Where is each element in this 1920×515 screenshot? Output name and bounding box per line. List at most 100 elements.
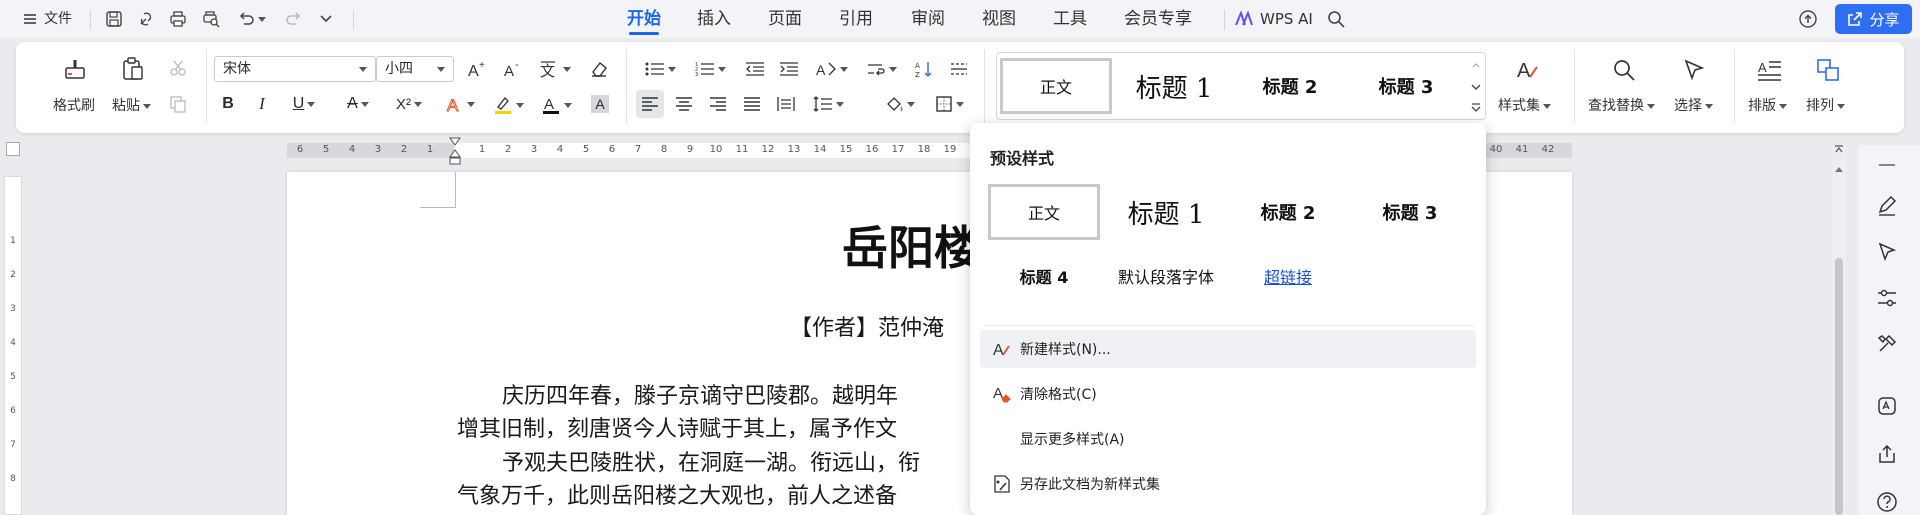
- cloud-link-icon[interactable]: [136, 9, 156, 29]
- preset-style-default-font[interactable]: 默认段落字体: [1110, 256, 1222, 296]
- wps-ai-button[interactable]: WPS AI: [1260, 0, 1313, 38]
- save-icon[interactable]: [104, 9, 124, 29]
- align-right-icon[interactable]: [706, 92, 730, 116]
- show-marks-icon[interactable]: [946, 56, 972, 82]
- decrease-indent-icon[interactable]: [742, 56, 768, 82]
- undo-dropdown-icon[interactable]: [254, 9, 266, 29]
- gallery-style-heading3[interactable]: 标题 3: [1350, 58, 1462, 114]
- undo-icon[interactable]: [236, 9, 256, 29]
- select-cursor-icon[interactable]: [1678, 54, 1710, 86]
- gallery-style-heading1[interactable]: 标题 1: [1118, 58, 1230, 114]
- gallery-style-heading2[interactable]: 标题 2: [1232, 58, 1348, 114]
- find-replace-icon[interactable]: [1608, 54, 1640, 86]
- share-button[interactable]: 分享: [1835, 4, 1912, 34]
- preset-style-hyperlink[interactable]: 超链接: [1232, 256, 1344, 296]
- gallery-style-normal[interactable]: 正文: [1000, 58, 1112, 114]
- scroll-top-icon[interactable]: [1832, 141, 1846, 157]
- document-title[interactable]: 岳阳楼: [842, 212, 980, 278]
- gallery-scroll-down-icon[interactable]: [1468, 80, 1484, 94]
- ai-writing-icon[interactable]: [1872, 391, 1902, 421]
- layout-icon[interactable]: A: [1754, 54, 1786, 86]
- italic-icon[interactable]: I: [250, 92, 274, 116]
- text-direction-icon[interactable]: A: [812, 56, 850, 82]
- grow-font-icon[interactable]: A +: [464, 56, 490, 82]
- tab-page[interactable]: 页面: [768, 0, 802, 38]
- underline-icon[interactable]: U: [286, 92, 322, 116]
- strikethrough-icon[interactable]: A: [340, 92, 376, 116]
- superscript-icon[interactable]: X²: [390, 92, 428, 116]
- shrink-font-icon[interactable]: A-: [500, 56, 526, 82]
- wrap-icon[interactable]: [862, 56, 900, 82]
- font-color-icon[interactable]: A: [538, 92, 574, 118]
- format-painter-icon[interactable]: [60, 54, 90, 84]
- document-author[interactable]: 【作者】范仲淹: [790, 310, 944, 342]
- style-set-icon[interactable]: A: [1512, 54, 1544, 86]
- bullet-list-icon[interactable]: [642, 56, 678, 82]
- numbered-list-icon[interactable]: 123: [692, 56, 728, 82]
- increase-indent-icon[interactable]: [776, 56, 802, 82]
- justify-icon[interactable]: [740, 92, 764, 116]
- clear-format-menu-item[interactable]: A 清除格式(C): [980, 375, 1476, 413]
- document-paragraph-line[interactable]: 庆历四年春，滕子京谪守巴陵郡。越明年: [502, 378, 898, 410]
- pen-icon[interactable]: [1872, 191, 1902, 221]
- style-set-button[interactable]: 样式集: [1498, 95, 1551, 115]
- char-shading-icon[interactable]: A: [588, 92, 612, 116]
- preset-style-heading3[interactable]: 标题 3: [1354, 184, 1466, 240]
- line-spacing-icon[interactable]: [808, 92, 848, 116]
- bold-icon[interactable]: B: [216, 92, 240, 116]
- search-icon[interactable]: [1326, 9, 1346, 29]
- chevron-down-icon[interactable]: [316, 9, 336, 29]
- layout-button[interactable]: 排版: [1748, 95, 1787, 115]
- border-icon[interactable]: [930, 92, 968, 116]
- preset-style-heading4[interactable]: 标题 4: [988, 256, 1100, 296]
- scrollbar-thumb[interactable]: [1835, 258, 1843, 515]
- arrange-button[interactable]: 排列: [1806, 95, 1845, 115]
- file-menu[interactable]: 文件: [44, 0, 72, 38]
- settings-sliders-icon[interactable]: [1872, 283, 1902, 313]
- shading-icon[interactable]: [880, 92, 918, 116]
- tools-icon[interactable]: [1872, 329, 1902, 359]
- paste-button[interactable]: 粘贴: [112, 95, 151, 115]
- tab-insert[interactable]: 插入: [697, 0, 731, 38]
- indent-marker-icon[interactable]: [448, 136, 462, 170]
- document-paragraph-line[interactable]: 予观夫巴陵胜状，在洞庭一湖。衔远山，衔: [502, 445, 920, 477]
- format-painter-label[interactable]: 格式刷: [53, 95, 95, 115]
- tab-member[interactable]: 会员专享: [1124, 0, 1192, 38]
- arrange-icon[interactable]: [1812, 54, 1844, 86]
- preset-style-heading1[interactable]: 标题 1: [1110, 184, 1222, 240]
- collapse-icon[interactable]: [1872, 150, 1902, 180]
- clear-format-icon[interactable]: [586, 56, 612, 82]
- gallery-expand-icon[interactable]: [1468, 100, 1484, 114]
- tab-review[interactable]: 审阅: [911, 0, 945, 38]
- font-size-select[interactable]: 小四: [376, 56, 454, 82]
- find-replace-button[interactable]: 查找替换: [1588, 95, 1655, 115]
- ruler-corner-icon[interactable]: [6, 142, 20, 156]
- print-icon[interactable]: [168, 9, 188, 29]
- phonetic-guide-icon[interactable]: 文: [536, 56, 572, 82]
- align-center-icon[interactable]: [672, 92, 696, 116]
- gallery-scroll-up-icon[interactable]: [1468, 58, 1484, 72]
- scroll-up-icon[interactable]: [1832, 162, 1846, 176]
- tab-references[interactable]: 引用: [839, 0, 873, 38]
- align-left-icon[interactable]: [636, 90, 664, 118]
- help-icon[interactable]: [1872, 487, 1902, 515]
- show-more-styles-menu-item[interactable]: 显示更多样式(A): [980, 420, 1476, 458]
- select-button[interactable]: 选择: [1674, 95, 1713, 115]
- tab-view[interactable]: 视图: [982, 0, 1016, 38]
- font-name-select[interactable]: 宋体: [214, 56, 376, 82]
- paste-icon[interactable]: [118, 54, 148, 84]
- tab-tools[interactable]: 工具: [1053, 0, 1087, 38]
- sort-icon[interactable]: AZ: [912, 56, 938, 82]
- hamburger-icon[interactable]: [20, 9, 40, 29]
- distributed-align-icon[interactable]: [774, 92, 798, 116]
- wps-ai-icon[interactable]: [1234, 9, 1254, 29]
- cloud-upload-icon[interactable]: [1798, 9, 1818, 29]
- share-out-icon[interactable]: [1872, 439, 1902, 469]
- select-arrow-icon[interactable]: [1872, 237, 1902, 267]
- document-paragraph-line[interactable]: 气象万千，此则岳阳楼之大观也，前人之述备: [457, 478, 897, 510]
- tab-home[interactable]: 开始: [627, 0, 661, 38]
- highlight-icon[interactable]: [490, 92, 526, 118]
- preset-style-heading2[interactable]: 标题 2: [1232, 184, 1344, 240]
- save-style-set-menu-item[interactable]: 另存此文档为新样式集: [980, 465, 1476, 503]
- document-paragraph-line[interactable]: 增其旧制，刻唐贤今人诗赋于其上，属予作文: [457, 411, 897, 443]
